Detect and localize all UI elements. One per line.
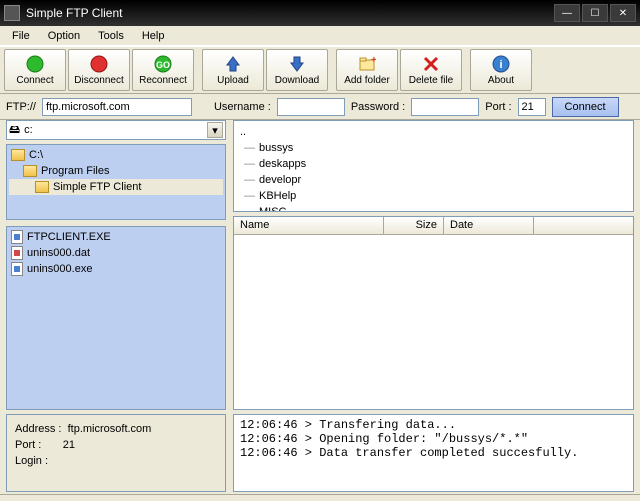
col-size[interactable]: Size <box>384 217 444 234</box>
toolbar-about[interactable]: iAbout <box>470 49 532 91</box>
folder-icon <box>23 165 37 177</box>
menu-option[interactable]: Option <box>40 28 88 44</box>
window-title: Simple FTP Client <box>26 6 552 20</box>
titlebar: Simple FTP Client — ☐ ✕ <box>0 0 640 26</box>
toolbar: ConnectDisconnectGOReconnectUploadDownlo… <box>0 46 640 94</box>
column-headers[interactable]: Name Size Date <box>234 217 633 235</box>
port-input[interactable] <box>518 98 546 116</box>
drive-label: c: <box>20 124 207 136</box>
ftp-label: FTP:// <box>6 101 36 113</box>
port-label: Port : <box>485 101 511 113</box>
remote-tree-item[interactable]: —deskapps <box>240 156 627 172</box>
remote-file-list[interactable]: Name Size Date <box>233 216 634 410</box>
local-folder-tree[interactable]: C:\Program FilesSimple FTP Client <box>6 144 226 220</box>
chevron-down-icon[interactable]: ▾ <box>207 122 223 138</box>
col-date[interactable]: Date <box>444 217 534 234</box>
tree-item[interactable]: Simple FTP Client <box>9 179 223 195</box>
green-icon <box>26 55 44 73</box>
svg-text:i: i <box>499 59 502 71</box>
toolbar-reconnect[interactable]: GOReconnect <box>132 49 194 91</box>
menu-file[interactable]: File <box>4 28 38 44</box>
toolbar-delete-file[interactable]: Delete file <box>400 49 462 91</box>
remote-tree-item[interactable]: —bussys <box>240 140 627 156</box>
svg-text:GO: GO <box>156 60 170 70</box>
remote-tree-item[interactable]: —developr <box>240 172 627 188</box>
toolbar-download[interactable]: Download <box>266 49 328 91</box>
local-file-list[interactable]: FTPCLIENT.EXEunins000.datunins000.exe <box>6 226 226 410</box>
file-icon <box>11 262 23 276</box>
drive-select[interactable]: 🖴 c: ▾ <box>6 120 226 140</box>
username-input[interactable] <box>277 98 345 116</box>
file-item[interactable]: FTPCLIENT.EXE <box>9 229 223 245</box>
toolbar-disconnect[interactable]: Disconnect <box>68 49 130 91</box>
folder-icon <box>11 149 25 161</box>
remote-tree-item[interactable]: —MISC <box>240 204 627 212</box>
file-icon <box>11 246 23 260</box>
red-icon <box>90 55 108 73</box>
connect-button[interactable]: Connect <box>552 97 619 117</box>
password-label: Password : <box>351 101 405 113</box>
app-icon <box>4 5 20 21</box>
menu-tools[interactable]: Tools <box>90 28 132 44</box>
remote-folder-tree[interactable]: ..—bussys—deskapps—developr—KBHelp—MISC <box>233 120 634 212</box>
username-label: Username : <box>214 101 271 113</box>
maximize-button[interactable]: ☐ <box>582 4 608 22</box>
go-icon: GO <box>154 55 172 73</box>
log-panel[interactable]: 12:06:46 > Transfering data... 12:06:46 … <box>233 414 634 492</box>
remote-tree-item[interactable]: .. <box>240 124 627 140</box>
file-item[interactable]: unins000.dat <box>9 245 223 261</box>
x-icon <box>422 55 440 73</box>
file-icon <box>11 230 23 244</box>
password-input[interactable] <box>411 98 479 116</box>
up-icon <box>224 55 242 73</box>
host-input[interactable] <box>42 98 192 116</box>
address-bar: FTP:// Username : Password : Port : Conn… <box>0 94 640 120</box>
minimize-button[interactable]: — <box>554 4 580 22</box>
drive-icon: 🖴 <box>9 121 20 140</box>
remote-tree-item[interactable]: —KBHelp <box>240 188 627 204</box>
toolbar-connect[interactable]: Connect <box>4 49 66 91</box>
toolbar-add-folder[interactable]: +Add folder <box>336 49 398 91</box>
toolbar-upload[interactable]: Upload <box>202 49 264 91</box>
folder-icon: + <box>358 55 376 73</box>
menubar: File Option Tools Help <box>0 26 640 46</box>
col-name[interactable]: Name <box>234 217 384 234</box>
connection-status-panel: Address : ftp.microsoft.com Port : 21 Lo… <box>6 414 226 492</box>
close-button[interactable]: ✕ <box>610 4 636 22</box>
svg-text:+: + <box>371 55 376 66</box>
down-icon <box>288 55 306 73</box>
tree-item[interactable]: C:\ <box>9 147 223 163</box>
menu-help[interactable]: Help <box>134 28 173 44</box>
tree-item[interactable]: Program Files <box>9 163 223 179</box>
statusbar <box>0 494 640 501</box>
info-icon: i <box>492 55 510 73</box>
folder-icon <box>35 181 49 193</box>
file-item[interactable]: unins000.exe <box>9 261 223 277</box>
